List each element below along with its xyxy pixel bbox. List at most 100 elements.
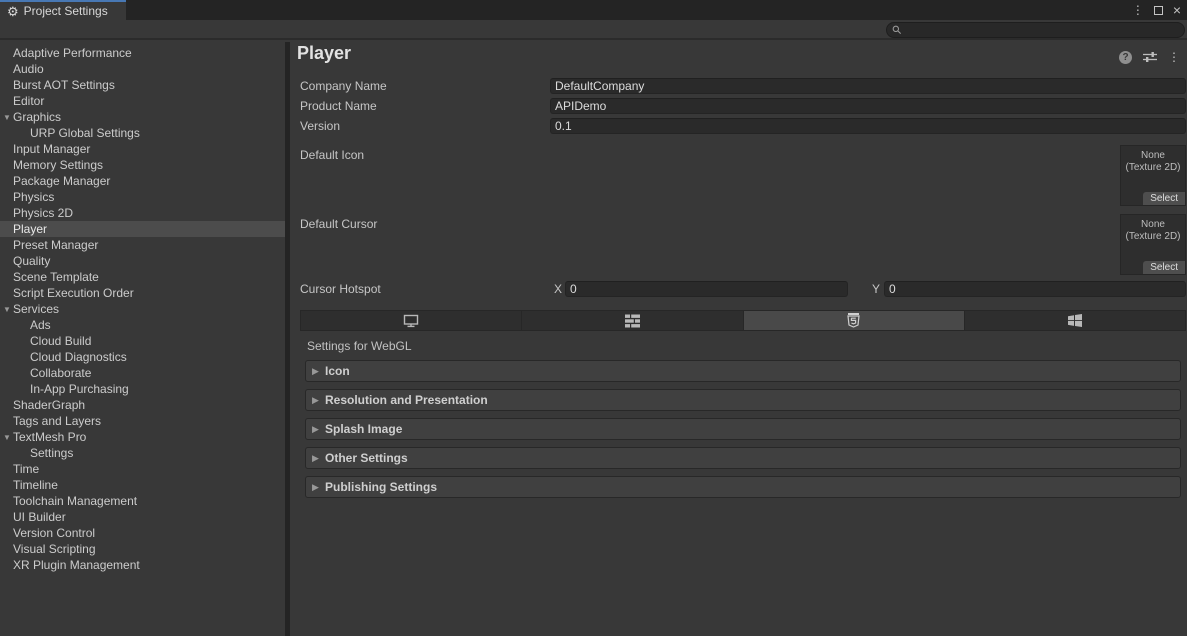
search-box[interactable] <box>886 22 1185 38</box>
sidebar-item[interactable]: ▼ Cloud Build <box>0 333 285 349</box>
sidebar-item[interactable]: ▼ Ads <box>0 317 285 333</box>
sidebar-item[interactable]: ▼ Toolchain Management <box>0 493 285 509</box>
window-menu-icon[interactable]: ⋮ <box>1132 3 1144 17</box>
hotspot-y-field[interactable] <box>884 281 1186 297</box>
select-button[interactable]: Select <box>1143 192 1185 205</box>
maximize-icon[interactable] <box>1154 6 1163 15</box>
sidebar-item[interactable]: ▼ In-App Purchasing <box>0 381 285 397</box>
sidebar-item[interactable]: ▼ Services <box>0 301 285 317</box>
sidebar-item[interactable]: ▼ Adaptive Performance <box>0 45 285 61</box>
section-label: Publishing Settings <box>325 480 437 494</box>
sidebar-item-label: Collaborate <box>30 366 91 380</box>
sidebar-item[interactable]: ▼ Physics 2D <box>0 205 285 221</box>
texture-none-label: None <box>1121 150 1185 162</box>
sidebar-item[interactable]: ▼ Visual Scripting <box>0 541 285 557</box>
section-header[interactable]: ▶ Publishing Settings <box>305 476 1181 498</box>
select-button[interactable]: Select <box>1143 261 1185 274</box>
sidebar-item[interactable]: ▼ Quality <box>0 253 285 269</box>
sidebar-item[interactable]: ▼ UI Builder <box>0 509 285 525</box>
sidebar-item-label: Version Control <box>13 526 95 540</box>
sidebar-item[interactable]: ▼ Collaborate <box>0 365 285 381</box>
desktop-monitor-icon <box>403 314 419 328</box>
sidebar-item-label: Timeline <box>13 478 58 492</box>
section-header[interactable]: ▶ Resolution and Presentation <box>305 389 1181 411</box>
section-header[interactable]: ▶ Splash Image <box>305 418 1181 440</box>
settings-sidebar: ▼ Adaptive Performance ▼ Audio ▼ Burst A… <box>0 42 285 636</box>
player-settings-panel: Player ? ⋮ Company Name Product Name Ver… <box>290 42 1187 636</box>
sidebar-item[interactable]: ▼ URP Global Settings <box>0 125 285 141</box>
sidebar-item-label: TextMesh Pro <box>13 430 86 444</box>
sidebar-item-label: In-App Purchasing <box>30 382 129 396</box>
sidebar-item[interactable]: ▼ TextMesh Pro <box>0 429 285 445</box>
sidebar-item-label: Graphics <box>13 110 61 124</box>
sidebar-item[interactable]: ▼ Memory Settings <box>0 157 285 173</box>
sidebar-item-label: Input Manager <box>13 142 90 156</box>
sidebar-item[interactable]: ▼ Cloud Diagnostics <box>0 349 285 365</box>
version-field[interactable] <box>550 118 1186 134</box>
sidebar-item[interactable]: ▼ Preset Manager <box>0 237 285 253</box>
panel-header-icons: ? ⋮ <box>1119 50 1180 64</box>
window-titlebar: ⚙ Project Settings ⋮ × <box>0 0 1187 20</box>
presets-icon[interactable] <box>1143 51 1157 63</box>
sidebar-item[interactable]: ▼ Timeline <box>0 477 285 493</box>
section-label: Other Settings <box>325 451 408 465</box>
tab-platform-dedicated-server[interactable] <box>522 311 743 330</box>
html5-shield-icon <box>847 313 860 328</box>
sidebar-item-label: Burst AOT Settings <box>13 78 115 92</box>
sidebar-item-label: Memory Settings <box>13 158 103 172</box>
section-header[interactable]: ▶ Other Settings <box>305 447 1181 469</box>
hotspot-x-field[interactable] <box>565 281 848 297</box>
tab-project-settings[interactable]: ⚙ Project Settings <box>0 0 126 20</box>
tab-platform-webgl[interactable] <box>744 311 965 330</box>
sidebar-item-label: Physics <box>13 190 54 204</box>
sidebar-item[interactable]: ▼ Editor <box>0 93 285 109</box>
sidebar-item-label: Package Manager <box>13 174 110 188</box>
sidebar-item[interactable]: ▼ Scene Template <box>0 269 285 285</box>
texture-type-label: (Texture 2D) <box>1121 162 1185 174</box>
foldout-icon[interactable]: ▼ <box>3 305 13 314</box>
chevron-right-icon: ▶ <box>312 424 325 435</box>
help-icon[interactable]: ? <box>1119 51 1132 64</box>
product-name-field[interactable] <box>550 98 1186 114</box>
close-icon[interactable]: × <box>1173 3 1181 17</box>
chevron-right-icon: ▶ <box>312 366 325 377</box>
sidebar-item-label: Physics 2D <box>13 206 73 220</box>
sidebar-item[interactable]: ▼ Physics <box>0 189 285 205</box>
default-cursor-texture-slot[interactable]: None (Texture 2D) Select <box>1120 214 1186 275</box>
settings-for-platform-label: Settings for WebGL <box>307 339 412 353</box>
sidebar-item[interactable]: ▼ Burst AOT Settings <box>0 77 285 93</box>
sidebar-item-label: Visual Scripting <box>13 542 96 556</box>
sidebar-item[interactable]: ▼ Version Control <box>0 525 285 541</box>
tab-platform-windows[interactable] <box>965 311 1185 330</box>
sidebar-item[interactable]: ▼ Package Manager <box>0 173 285 189</box>
sidebar-item[interactable]: ▼ Audio <box>0 61 285 77</box>
sidebar-item[interactable]: ▼ ShaderGraph <box>0 397 285 413</box>
company-name-field[interactable] <box>550 78 1186 94</box>
settings-sections: ▶ Icon ▶ Resolution and Presentation ▶ S… <box>305 360 1181 505</box>
sidebar-item-label: Time <box>13 462 39 476</box>
panel-menu-icon[interactable]: ⋮ <box>1168 50 1180 64</box>
version-label: Version <box>300 118 340 134</box>
sidebar-item-label: URP Global Settings <box>30 126 140 140</box>
sidebar-item[interactable]: ▼ Input Manager <box>0 141 285 157</box>
section-header[interactable]: ▶ Icon <box>305 360 1181 382</box>
sidebar-item-label: Tags and Layers <box>13 414 101 428</box>
section-label: Splash Image <box>325 422 402 436</box>
sidebar-item[interactable]: ▼ Graphics <box>0 109 285 125</box>
windows-logo-icon <box>1068 314 1082 327</box>
default-icon-texture-slot[interactable]: None (Texture 2D) Select <box>1120 145 1186 206</box>
sidebar-item[interactable]: ▼ Script Execution Order <box>0 285 285 301</box>
sidebar-item[interactable]: ▼ Settings <box>0 445 285 461</box>
sidebar-item[interactable]: ▼ Player <box>0 221 285 237</box>
sidebar-item[interactable]: ▼ Time <box>0 461 285 477</box>
sidebar-item-label: Services <box>13 302 59 316</box>
foldout-icon[interactable]: ▼ <box>3 113 13 122</box>
search-input[interactable] <box>906 23 1184 37</box>
sidebar-item[interactable]: ▼ Tags and Layers <box>0 413 285 429</box>
tab-platform-desktop[interactable] <box>301 311 522 330</box>
foldout-icon[interactable]: ▼ <box>3 433 13 442</box>
section-label: Icon <box>325 364 350 378</box>
sidebar-item[interactable]: ▼ XR Plugin Management <box>0 557 285 573</box>
sidebar-item-label: Audio <box>13 62 44 76</box>
sidebar-item-label: Script Execution Order <box>13 286 134 300</box>
